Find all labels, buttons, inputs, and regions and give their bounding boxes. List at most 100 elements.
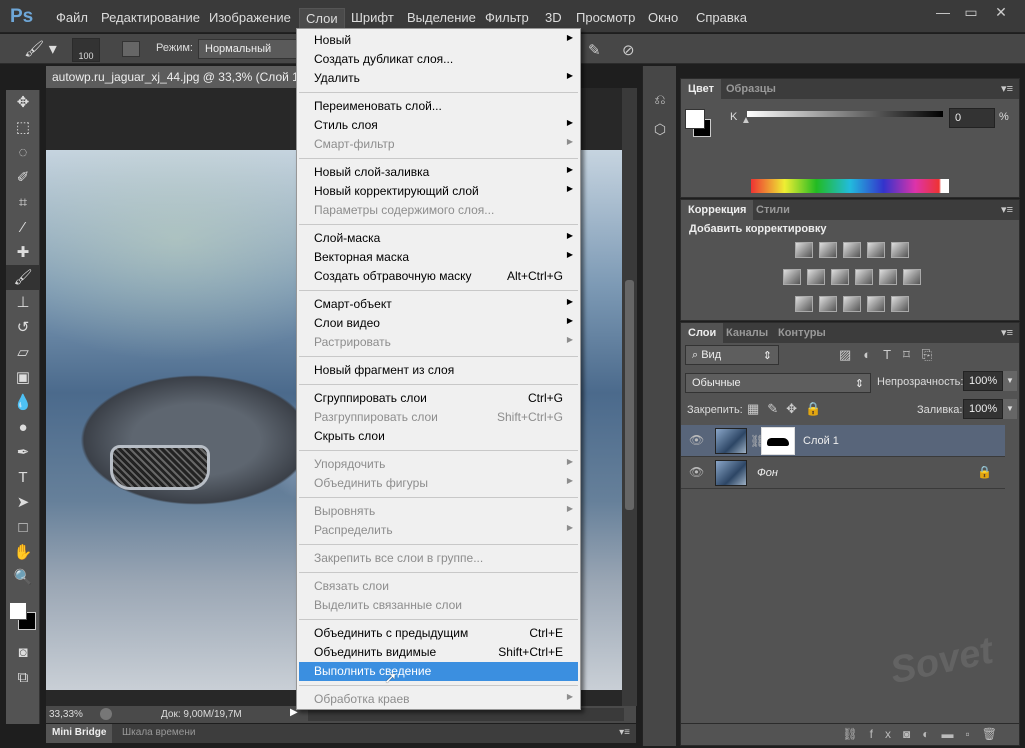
menu-item[interactable]: Скрыть слои (297, 427, 580, 446)
tab-channels[interactable]: Каналы (719, 323, 775, 343)
menu-item[interactable]: Удалить ▶ (297, 69, 580, 88)
foreground-color-swatch[interactable] (9, 602, 27, 620)
visibility-eye-icon[interactable]: 👁 (689, 465, 704, 479)
3d-panel-icon[interactable]: ⬡ (643, 114, 677, 144)
maximize-button[interactable]: ▭ (958, 4, 984, 22)
menu-item[interactable]: Создать обтравочную маску Alt+Ctrl+G (297, 267, 580, 286)
menu-9[interactable]: Окно (642, 8, 684, 30)
menu-item[interactable]: Переименовать слой... (297, 97, 580, 116)
close-button[interactable]: ✕ (988, 4, 1014, 22)
add-mask-icon[interactable]: ◙ (903, 727, 922, 741)
new-group-icon[interactable]: ▬ (942, 727, 966, 741)
quick-selection-tool-icon[interactable]: ✐ (6, 165, 40, 190)
menu-1[interactable]: Редактирование (95, 8, 206, 30)
menu-item[interactable]: Выровнять ▶ (297, 502, 580, 521)
black-white-icon[interactable] (831, 269, 849, 285)
menu-item[interactable]: Слой-маска ▶ (297, 229, 580, 248)
selective-color-icon[interactable] (867, 296, 885, 312)
layer-name[interactable]: Фон (757, 467, 778, 479)
dodge-tool-icon[interactable]: ● (6, 415, 40, 440)
tab-adjustments[interactable]: Коррекция (681, 200, 754, 220)
menu-item[interactable]: Обработка краев ▶ (297, 690, 580, 709)
menu-4[interactable]: Шрифт (345, 8, 400, 30)
color-balance-icon[interactable] (807, 269, 825, 285)
gradient-map-icon[interactable] (891, 296, 909, 312)
pen-tool-icon[interactable]: ✒ (6, 440, 40, 465)
menu-item[interactable]: Новый слой-заливка ▶ (297, 163, 580, 182)
menu-6[interactable]: Фильтр (479, 8, 535, 30)
new-layer-icon[interactable]: ▫ (966, 727, 982, 741)
mode-select[interactable]: Нормальный (198, 39, 298, 59)
eraser-tool-icon[interactable]: ▱ (6, 340, 40, 365)
menu-item[interactable]: Закрепить все слои в группе... (297, 549, 580, 568)
brush-tool-preset-icon[interactable]: 🖌 ▾ (24, 39, 57, 59)
menu-item[interactable]: Новый корректирующий слой ▶ (297, 182, 580, 201)
menu-item[interactable]: Сгруппировать слои Ctrl+G (297, 389, 580, 408)
menu-item[interactable]: Растрировать ▶ (297, 333, 580, 352)
pressure-size-icon[interactable]: ⊘ (622, 41, 635, 59)
status-info-icon[interactable] (100, 708, 112, 720)
layer-mask-thumbnail[interactable] (761, 427, 795, 455)
menu-item[interactable]: Слои видео ▶ (297, 314, 580, 333)
link-layers-icon[interactable]: ⛓ (842, 727, 869, 741)
brush-panel-toggle-icon[interactable] (122, 41, 140, 57)
curves-icon[interactable] (843, 242, 861, 258)
menu-3[interactable]: Слои (299, 8, 345, 30)
slider-handle-icon[interactable]: ▲ (741, 115, 751, 126)
layer-style-fx-icon[interactable]: fx (870, 727, 903, 741)
airbrush-icon[interactable]: ✎ (588, 41, 601, 59)
menu-item[interactable]: Объединить видимые Shift+Ctrl+E (297, 643, 580, 662)
opacity-dropdown-icon[interactable]: ▼ (1003, 371, 1017, 391)
vibrance-icon[interactable] (891, 242, 909, 258)
brush-size-picker[interactable]: 100 (72, 38, 100, 62)
tab-layers[interactable]: Слои (681, 323, 724, 343)
k-slider[interactable] (747, 111, 943, 117)
history-brush-tool-icon[interactable]: ↺ (6, 315, 40, 340)
menu-item[interactable]: Связать слои (297, 577, 580, 596)
menu-item[interactable]: Новый фрагмент из слоя (297, 361, 580, 380)
levels-icon[interactable] (819, 242, 837, 258)
tab-styles[interactable]: Стили (749, 200, 797, 220)
crop-tool-icon[interactable]: ⌗ (6, 190, 40, 215)
quick-mask-icon[interactable]: ◙ (6, 640, 40, 665)
color-lookup-icon[interactable] (903, 269, 921, 285)
opacity-input[interactable]: 100% (963, 371, 1003, 391)
gradient-tool-icon[interactable]: ▣ (6, 365, 40, 390)
menu-item[interactable]: Выделить связанные слои (297, 596, 580, 615)
tab-timeline[interactable]: Шкала времени (116, 724, 201, 743)
layer-filter-icons[interactable]: ▨◐T⌑⎘ (839, 347, 944, 363)
screen-mode-icon[interactable]: ⧉ (6, 665, 40, 690)
menu-10[interactable]: Справка (690, 8, 753, 30)
visibility-eye-icon[interactable]: 👁 (689, 433, 704, 447)
tab-color[interactable]: Цвет (681, 79, 722, 99)
color-spectrum-ramp[interactable] (751, 179, 949, 193)
zoom-level[interactable]: 33,33% (49, 709, 83, 720)
exposure-icon[interactable] (867, 242, 885, 258)
fill-input[interactable]: 100% (963, 399, 1003, 419)
lock-icons[interactable]: ▦✎✥🔒 (747, 401, 829, 417)
threshold-icon[interactable] (843, 296, 861, 312)
menu-5[interactable]: Выделение (401, 8, 482, 30)
channel-mixer-icon[interactable] (879, 269, 897, 285)
history-panel-icon[interactable]: ⎌ (643, 84, 677, 114)
menu-item[interactable]: Распределить ▶ (297, 521, 580, 540)
menu-item[interactable]: Разгруппировать слои Shift+Ctrl+G (297, 408, 580, 427)
layer-row[interactable]: 👁 Фон 🔒 (681, 457, 1005, 489)
type-tool-icon[interactable]: T (6, 465, 40, 490)
shape-tool-icon[interactable]: □ (6, 515, 40, 540)
menu-7[interactable]: 3D (539, 8, 568, 30)
zoom-tool-icon[interactable]: 🔍 (6, 565, 40, 590)
menu-item[interactable]: Выполнить сведение (299, 662, 578, 681)
panel-menu-icon[interactable]: ▾≡ (619, 727, 630, 738)
panel-menu-icon[interactable]: ▾≡ (1001, 82, 1013, 95)
posterize-icon[interactable] (819, 296, 837, 312)
menu-item[interactable]: Объединить с предыдущим Ctrl+E (297, 624, 580, 643)
menu-item[interactable]: Объединить фигуры ▶ (297, 474, 580, 493)
panel-menu-icon[interactable]: ▾≡ (1001, 203, 1013, 216)
menu-item[interactable]: Параметры содержимого слоя... (297, 201, 580, 220)
path-selection-tool-icon[interactable]: ➤ (6, 490, 40, 515)
brush-tool-icon[interactable]: 🖌 (6, 265, 40, 290)
menu-item[interactable]: Векторная маска ▶ (297, 248, 580, 267)
eyedropper-tool-icon[interactable]: ⁄ (6, 215, 40, 240)
tab-swatches[interactable]: Образцы (719, 79, 783, 99)
